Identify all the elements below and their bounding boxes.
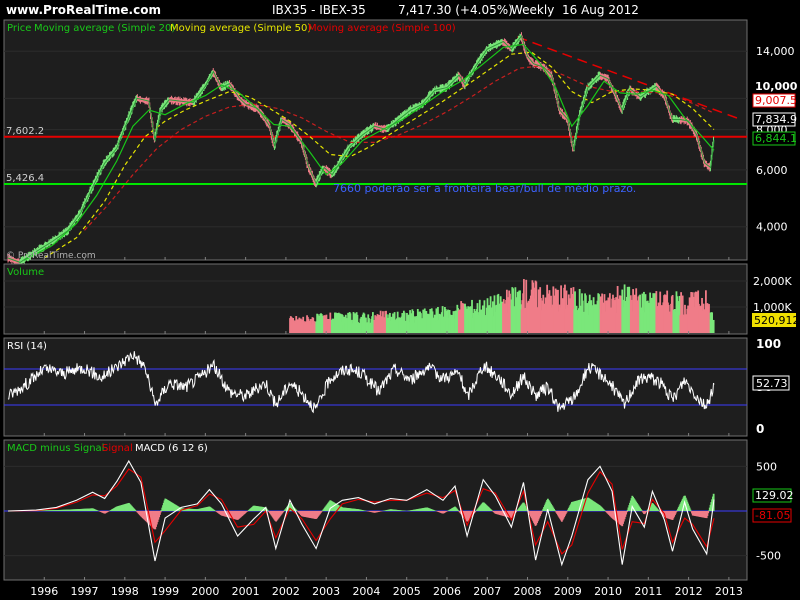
macd-last-value: 129.02 bbox=[755, 489, 794, 502]
macd-hist-bar bbox=[707, 511, 710, 514]
macd-hist-bar bbox=[457, 510, 459, 511]
resistance-label: 7,602.2 bbox=[6, 126, 44, 137]
x-axis-label: 2005 bbox=[393, 585, 421, 598]
macd-hist-bar bbox=[675, 511, 678, 512]
legend-macd: MACD (6 12 6) bbox=[135, 443, 208, 454]
macd-hist-bar bbox=[645, 511, 648, 512]
price-axis-tick: 6,000 bbox=[756, 164, 788, 177]
x-axis-label: 1996 bbox=[30, 585, 58, 598]
price-value-label: 6,844.1 bbox=[755, 132, 797, 145]
macd-hist-bar bbox=[159, 511, 162, 513]
x-axis-label: 1997 bbox=[71, 585, 99, 598]
price-change: 7,417.30 (+4.05%) bbox=[398, 3, 513, 17]
legend-signal: Signal bbox=[102, 443, 133, 454]
rsi-last-value: 52.73 bbox=[756, 377, 788, 390]
price-value-label: 9,007.5 bbox=[755, 94, 797, 107]
price-value-label: 10,000 bbox=[755, 80, 798, 93]
signal-last-value: -81.05 bbox=[755, 509, 790, 522]
ibex35-weekly-chart: www.ProRealTime.com IBX35 - IBEX-35 7,41… bbox=[0, 0, 800, 598]
macd-panel: MACD minus Signal Signal MACD (6 12 6) bbox=[3, 439, 748, 581]
volume-title: Volume bbox=[7, 267, 44, 278]
price-panel: 7,602.2 5,426.4 Price Moving average (Sim… bbox=[3, 19, 748, 266]
legend-macd-hist: MACD minus Signal bbox=[7, 443, 104, 454]
date-label: 16 Aug 2012 bbox=[562, 3, 639, 17]
x-axis-label: 2003 bbox=[312, 585, 340, 598]
legend-ma50: Moving average (Simple 50) bbox=[170, 23, 311, 34]
support-label: 5,426.4 bbox=[6, 173, 44, 184]
legend-ma20: Moving average (Simple 20) bbox=[34, 23, 175, 34]
price-axis-tick: 14,000 bbox=[756, 45, 795, 58]
x-axis-label: 2008 bbox=[514, 585, 542, 598]
chart-annotation: 7660 poderão ser a fronteira bear/bull d… bbox=[333, 182, 636, 195]
macd-hist-bar bbox=[640, 510, 643, 511]
legend-ma100: Moving average (Simple 100) bbox=[308, 23, 456, 34]
x-axis-label: 2013 bbox=[715, 585, 743, 598]
volume-axis-tick: 2,000K bbox=[753, 275, 792, 288]
site-name: www.ProRealTime.com bbox=[6, 3, 161, 17]
x-axis-label: 2012 bbox=[675, 585, 703, 598]
x-axis-label: 2004 bbox=[352, 585, 380, 598]
macd-hist-bar bbox=[553, 510, 556, 511]
x-axis-label: 2009 bbox=[554, 585, 582, 598]
macd-hist-bar bbox=[689, 509, 692, 511]
volume-axis-tick: 1,000K bbox=[753, 301, 792, 314]
x-axis-label: 2000 bbox=[191, 585, 219, 598]
x-axis-label: 2006 bbox=[433, 585, 461, 598]
x-axis-label: 2007 bbox=[473, 585, 501, 598]
macd-hist-bar bbox=[540, 511, 543, 513]
volume-panel: Volume bbox=[3, 263, 748, 335]
macd-axis-tick: 500 bbox=[756, 460, 777, 473]
volume-last-value: 520,912 bbox=[754, 314, 800, 327]
rsi-title: RSI (14) bbox=[7, 341, 47, 352]
x-axis-label: 2010 bbox=[594, 585, 622, 598]
macd-hist-bar bbox=[626, 511, 628, 513]
x-axis-label: 1998 bbox=[111, 585, 139, 598]
x-axis-label: 1999 bbox=[151, 585, 179, 598]
x-axis-label: 2002 bbox=[272, 585, 300, 598]
rsi-panel: RSI (14) bbox=[3, 337, 748, 437]
macd-hist-bar bbox=[320, 511, 323, 512]
price-value-label: 7,834.9 bbox=[755, 113, 797, 126]
macd-axis-tick: -500 bbox=[756, 550, 781, 563]
legend-price: Price bbox=[7, 23, 31, 34]
price-axis-tick: 4,000 bbox=[756, 221, 788, 234]
period-label: Weekly bbox=[511, 3, 554, 17]
x-axis-label: 2001 bbox=[232, 585, 260, 598]
rsi-axis-tick: 0 bbox=[756, 422, 764, 436]
macd-hist-bar bbox=[657, 510, 660, 511]
rsi-axis-tick: 100 bbox=[756, 337, 781, 351]
volume-bar bbox=[712, 319, 715, 333]
x-axis-label: 2011 bbox=[634, 585, 662, 598]
watermark: © ProRealTime.com bbox=[6, 251, 96, 261]
macd-hist-bar bbox=[565, 511, 568, 513]
macd-hist-bar bbox=[603, 510, 606, 511]
instrument-name: IBX35 - IBEX-35 bbox=[272, 3, 366, 17]
